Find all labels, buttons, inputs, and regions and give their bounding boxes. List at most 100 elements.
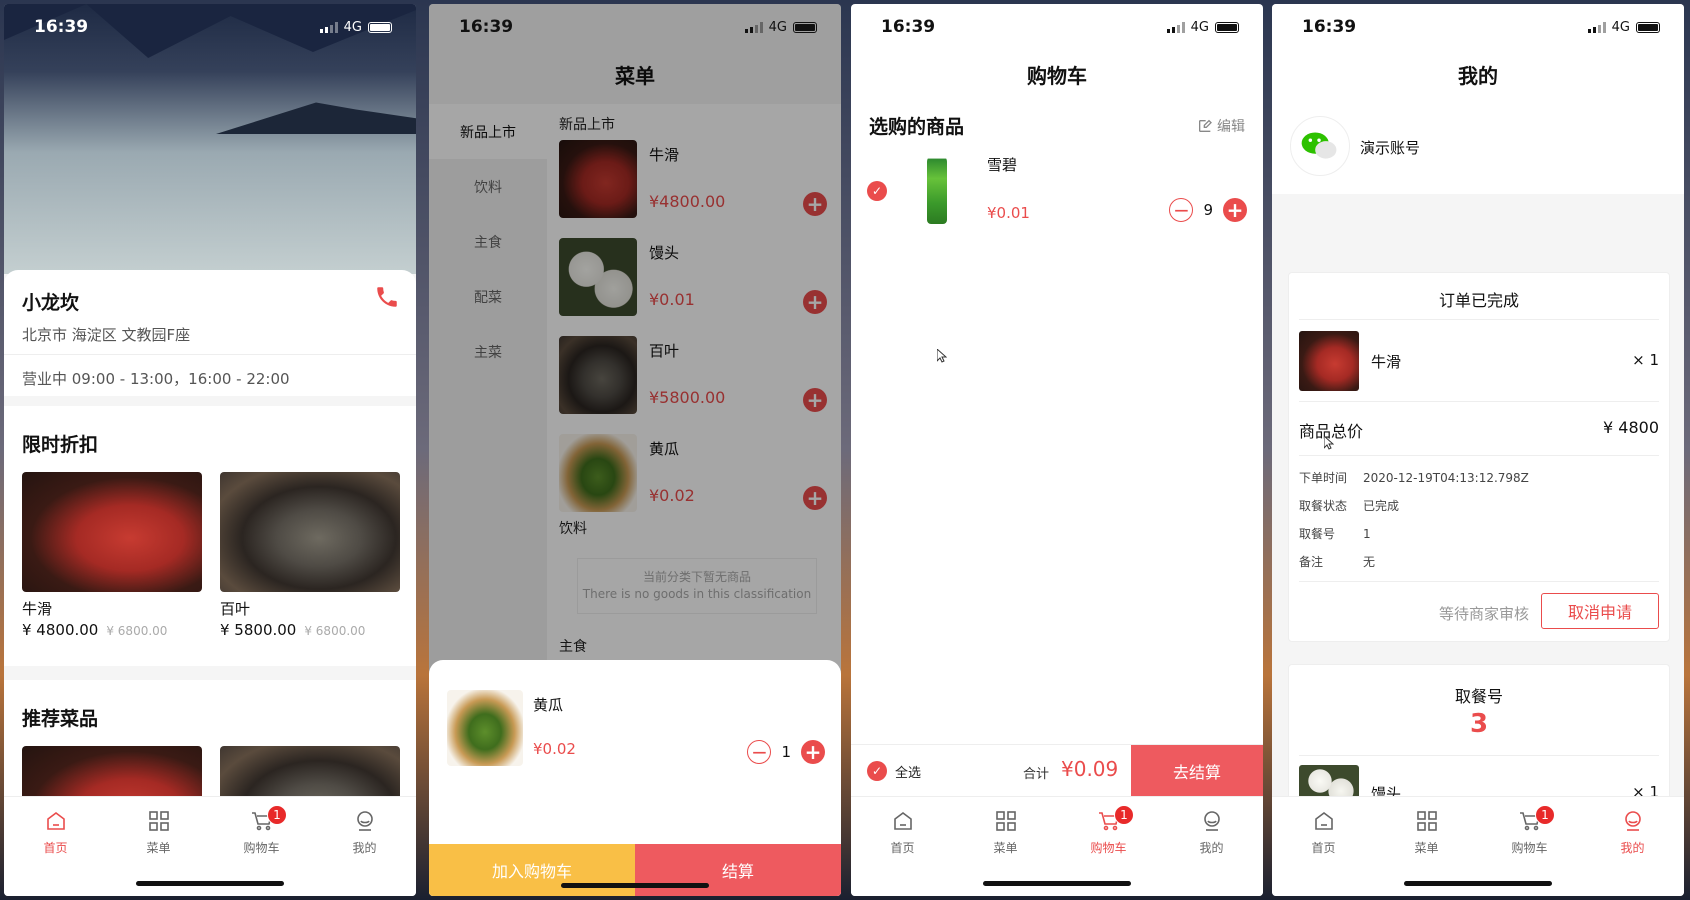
cart-item-name: 雪碧 <box>987 156 1018 174</box>
battery-icon <box>1636 21 1660 33</box>
sheet-product-price: ¥0.02 <box>533 740 576 758</box>
cart-badge: 1 <box>1114 805 1134 825</box>
battery-icon <box>793 21 817 33</box>
product-original-price: ¥ 6800.00 <box>106 624 168 638</box>
menu-screen: 16:39 4G 菜单 新品上市 饮料 主食 配菜 主菜 新品上市 牛滑 ¥480… <box>429 4 841 896</box>
cart-badge: 1 <box>267 805 287 825</box>
battery-icon <box>1215 21 1239 33</box>
cancel-request-button[interactable]: 取消申请 <box>1541 593 1659 629</box>
status-bar: 16:39 4G <box>4 4 416 50</box>
decrease-button[interactable]: − <box>747 740 772 764</box>
cart-item-price: ¥0.01 <box>987 204 1030 222</box>
tab-mine[interactable]: 我的 <box>1160 797 1263 896</box>
wechat-icon <box>1301 132 1337 159</box>
total-label: 合计 <box>1023 767 1050 782</box>
tab-home[interactable]: 首页 <box>851 797 954 896</box>
product-name: 百叶 <box>220 600 251 618</box>
section-title: 限时折扣 <box>22 434 99 456</box>
cart-summary-bar: ✓ 全选 合计 ¥0.09 去结算 <box>851 744 1263 797</box>
product-price: ¥ 4800.00 <box>22 621 99 639</box>
discount-section: 限时折扣 牛滑 ¥ 4800.00 ¥ 6800.00 百叶 ¥ 5800.00 ¥… <box>4 406 416 666</box>
decrease-button[interactable]: − <box>1169 198 1194 222</box>
signal-icon <box>744 21 763 33</box>
order-status: 订单已完成 <box>1438 291 1519 310</box>
edit-icon <box>1199 119 1212 132</box>
product-image <box>220 472 400 592</box>
waiting-text: 等待商家审核 <box>1438 605 1529 623</box>
quantity-stepper: − 1 + <box>747 740 825 764</box>
mine-screen: 16:39 4G 我的 演示账号 订单已完成 牛滑 × 1 商品总价 ¥ 480… <box>1272 4 1684 896</box>
network-label: 4G <box>768 19 787 35</box>
cart-section-title: 选购的商品 <box>869 116 965 138</box>
tab-mine[interactable]: 我的 <box>1581 797 1684 896</box>
network-label: 4G <box>1611 19 1630 35</box>
order-item-name: 牛滑 <box>1371 353 1402 371</box>
recommend-section: 推荐菜品 <box>4 680 416 866</box>
avatar[interactable] <box>1290 116 1350 176</box>
home-indicator <box>1404 881 1552 886</box>
signal-icon <box>1166 21 1185 33</box>
order-card: 订单已完成 牛滑 × 1 商品总价 ¥ 4800 下单时间 2020-12-19T… <box>1288 272 1670 642</box>
user-card: 演示账号 <box>1272 104 1684 194</box>
pickup-card: 取餐号 3 馒头 × 1 <box>1288 664 1670 805</box>
home-icon <box>1314 812 1333 830</box>
select-all-checkbox[interactable]: ✓ <box>867 761 887 781</box>
product-card[interactable]: 百叶 ¥ 5800.00 ¥ 6800.00 <box>220 472 400 639</box>
increase-button[interactable]: + <box>1223 198 1247 222</box>
shop-hours: 营业中 09:00 - 13:00，16:00 - 22:00 <box>22 370 290 388</box>
signal-icon <box>1587 21 1606 33</box>
sheet-product-name: 黄瓜 <box>533 696 564 714</box>
sheet-product-image <box>447 690 523 766</box>
status-bar: 16:39 4G <box>1272 4 1684 50</box>
increase-button[interactable]: + <box>801 740 825 764</box>
tab-home[interactable]: 首页 <box>1272 797 1375 896</box>
user-icon <box>1624 811 1641 831</box>
select-all[interactable]: ✓ 全选 <box>867 761 921 781</box>
product-price: ¥ 5800.00 <box>220 621 297 639</box>
total-value: ¥ 4800 <box>1603 418 1659 437</box>
user-icon <box>1203 811 1220 831</box>
user-icon <box>356 811 373 831</box>
mouse-cursor-icon <box>1324 436 1334 450</box>
grid-icon <box>148 811 169 831</box>
checkout-button[interactable]: 结算 <box>635 844 841 896</box>
detail-row: 取餐状态 已完成 <box>1299 499 1400 513</box>
product-card[interactable]: 牛滑 ¥ 4800.00 ¥ 6800.00 <box>22 472 202 639</box>
grid-icon <box>1416 811 1437 831</box>
status-time: 16:39 <box>459 17 514 37</box>
item-checkbox[interactable]: ✓ <box>867 181 887 201</box>
product-original-price: ¥ 6800.00 <box>304 624 366 638</box>
pickup-label: 取餐号 <box>1454 687 1503 706</box>
status-bar: 16:39 4G <box>429 4 841 50</box>
shop-name: 小龙坎 <box>22 292 80 314</box>
shop-info-card: 小龙坎 北京市 海淀区 文教园F座 营业中 09:00 - 13:00，16:0… <box>4 270 416 396</box>
tab-home[interactable]: 首页 <box>4 797 107 896</box>
battery-icon <box>368 21 392 33</box>
order-item-qty: × 1 <box>1632 351 1659 369</box>
network-label: 4G <box>1190 19 1209 35</box>
pickup-number: 3 <box>1469 709 1489 739</box>
quantity-stepper: − 9 + <box>1169 198 1247 222</box>
page-title: 我的 <box>1458 64 1498 88</box>
status-bar: 16:39 4G <box>851 4 1263 50</box>
status-time: 16:39 <box>34 17 89 37</box>
cart-screen: 16:39 4G 购物车 选购的商品 编辑 ✓ 雪碧 ¥0.01 − 9 + ✓… <box>851 4 1263 896</box>
grid-icon <box>995 811 1016 831</box>
signal-icon <box>319 21 338 33</box>
checkout-button[interactable]: 去结算 <box>1131 745 1263 797</box>
phone-icon[interactable] <box>374 284 400 310</box>
add-to-cart-button[interactable]: 加入购物车 <box>429 844 635 896</box>
quantity-value: 1 <box>781 743 791 761</box>
order-item-image <box>1299 331 1359 391</box>
username: 演示账号 <box>1360 139 1421 157</box>
edit-button[interactable]: 编辑 <box>1197 116 1245 136</box>
product-image <box>22 472 202 592</box>
detail-row: 下单时间 2020-12-19T04:13:12.798Z <box>1299 471 1529 485</box>
mouse-cursor-icon <box>937 349 947 363</box>
detail-row: 取餐号 1 <box>1299 527 1371 541</box>
quantity-value: 9 <box>1203 201 1213 219</box>
home-screen: 16:39 4G 小龙坎 北京市 海淀区 文教园F座 营业中 09:00 - 1… <box>4 4 416 896</box>
home-indicator <box>983 881 1131 886</box>
home-icon <box>46 812 65 830</box>
tab-mine[interactable]: 我的 <box>313 797 416 896</box>
